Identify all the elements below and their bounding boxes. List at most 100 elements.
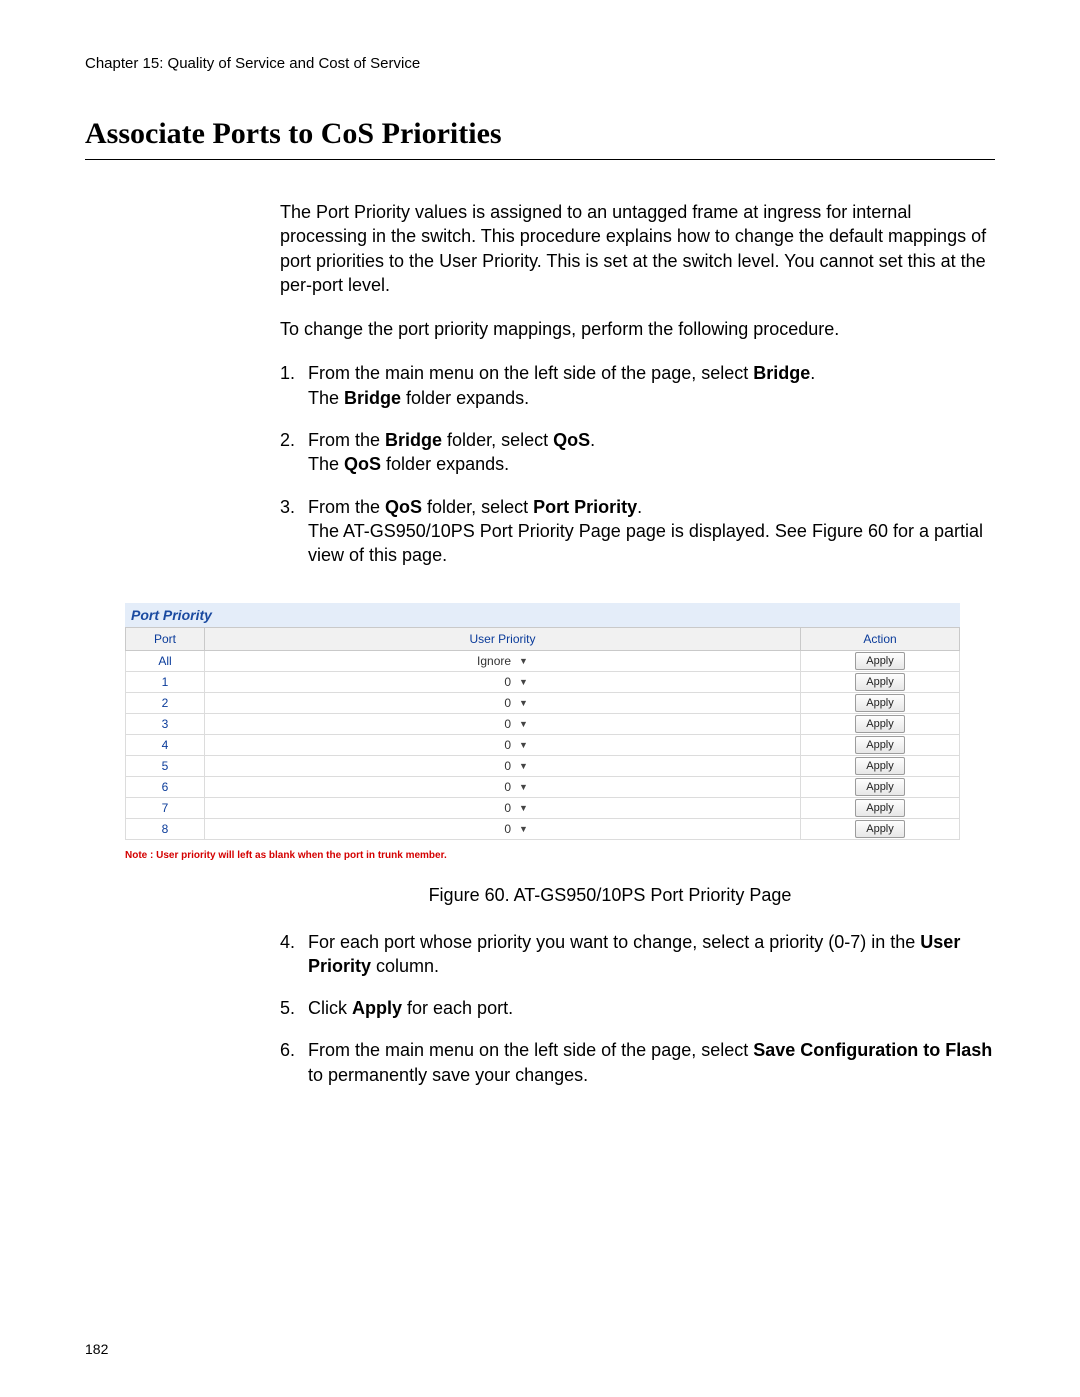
table-row: All Ignore ▼ Apply	[126, 650, 960, 671]
port-priority-title: Port Priority	[125, 603, 960, 627]
page-number: 182	[85, 1341, 108, 1357]
action-cell: Apply	[801, 755, 960, 776]
step-body: For each port whose priority you want to…	[308, 930, 995, 979]
action-cell: Apply	[801, 797, 960, 818]
action-cell: Apply	[801, 818, 960, 839]
step-line: From the main menu on the left side of t…	[308, 361, 995, 385]
chevron-down-icon[interactable]: ▼	[519, 656, 528, 666]
port-priority-figure: Port Priority Port User Priority Action …	[125, 603, 960, 840]
col-header-port: Port	[126, 627, 205, 650]
procedure-step: 1.From the main menu on the left side of…	[280, 361, 995, 410]
procedure-step: 6.From the main menu on the left side of…	[280, 1038, 995, 1087]
table-row: 8 0 ▼ Apply	[126, 818, 960, 839]
step-body: From the main menu on the left side of t…	[308, 361, 995, 410]
chevron-down-icon[interactable]: ▼	[519, 761, 528, 771]
apply-button[interactable]: Apply	[855, 820, 905, 838]
table-row: 20▼Apply	[126, 692, 960, 713]
chevron-down-icon[interactable]: ▼	[519, 719, 528, 729]
procedure-steps-top: 1.From the main menu on the left side of…	[280, 361, 995, 567]
apply-button[interactable]: Apply	[855, 778, 905, 796]
user-priority-cell: Ignore ▼	[205, 650, 801, 671]
chevron-down-icon[interactable]: ▼	[519, 698, 528, 708]
step-line: From the Bridge folder, select QoS.	[308, 428, 995, 452]
priority-value: 0	[477, 822, 511, 836]
step-number: 1.	[280, 361, 308, 410]
port-cell: 4	[126, 734, 205, 755]
table-row: 50▼Apply	[126, 755, 960, 776]
intro-paragraph: The Port Priority values is assigned to …	[280, 200, 995, 297]
step-body: From the QoS folder, select Port Priorit…	[308, 495, 995, 568]
chevron-down-icon[interactable]: ▼	[519, 824, 528, 834]
body-content-lower: 4.For each port whose priority you want …	[280, 930, 995, 1087]
chevron-down-icon[interactable]: ▼	[519, 782, 528, 792]
port-cell: 3	[126, 713, 205, 734]
bold-term: Save Configuration to Flash	[753, 1040, 992, 1060]
apply-button[interactable]: Apply	[855, 799, 905, 817]
col-header-user-priority: User Priority	[205, 627, 801, 650]
step-body: Click Apply for each port.	[308, 996, 995, 1020]
procedure-steps-bottom: 4.For each port whose priority you want …	[280, 930, 995, 1087]
apply-button[interactable]: Apply	[855, 694, 905, 712]
bold-term: QoS	[344, 454, 381, 474]
step-number: 6.	[280, 1038, 308, 1087]
user-priority-cell: 0▼	[205, 692, 801, 713]
action-cell: Apply	[801, 734, 960, 755]
apply-button[interactable]: Apply	[855, 673, 905, 691]
apply-button[interactable]: Apply	[855, 736, 905, 754]
user-priority-cell: 0▼	[205, 797, 801, 818]
table-row: 1 0 ▼ Apply	[126, 671, 960, 692]
priority-value: 0	[477, 717, 511, 731]
action-cell: Apply	[801, 713, 960, 734]
bold-term: QoS	[385, 497, 422, 517]
step-number: 4.	[280, 930, 308, 979]
procedure-step: 2.From the Bridge folder, select QoS.The…	[280, 428, 995, 477]
priority-value: Ignore	[477, 654, 511, 668]
user-priority-cell: 0▼	[205, 734, 801, 755]
priority-value: 0	[477, 780, 511, 794]
chevron-down-icon[interactable]: ▼	[519, 677, 528, 687]
apply-button[interactable]: Apply	[855, 652, 905, 670]
step-line: Click Apply for each port.	[308, 996, 995, 1020]
user-priority-cell: 0▼	[205, 776, 801, 797]
procedure-step: 4.For each port whose priority you want …	[280, 930, 995, 979]
priority-value: 0	[477, 801, 511, 815]
procedure-step: 5.Click Apply for each port.	[280, 996, 995, 1020]
step-line: The QoS folder expands.	[308, 452, 995, 476]
action-cell: Apply	[801, 671, 960, 692]
apply-button[interactable]: Apply	[855, 715, 905, 733]
bold-term: Bridge	[753, 363, 810, 383]
step-line: The AT-GS950/10PS Port Priority Page pag…	[308, 519, 995, 568]
table-row: 3 0 ▼ Apply	[126, 713, 960, 734]
action-cell: Apply	[801, 650, 960, 671]
section-title: Associate Ports to CoS Priorities	[85, 117, 995, 160]
port-priority-table: Port User Priority Action AllIgnore▼Appl…	[125, 627, 960, 840]
chapter-header: Chapter 15: Quality of Service and Cost …	[85, 55, 995, 72]
document-page: Chapter 15: Quality of Service and Cost …	[0, 0, 1080, 1397]
port-cell: 7	[126, 797, 205, 818]
procedure-intro: To change the port priority mappings, pe…	[280, 317, 995, 341]
body-content: The Port Priority values is assigned to …	[280, 200, 995, 568]
step-line: The Bridge folder expands.	[308, 386, 995, 410]
step-line: For each port whose priority you want to…	[308, 930, 995, 979]
priority-value: 0	[477, 675, 511, 689]
port-cell: All	[126, 650, 205, 671]
port-cell: 5	[126, 755, 205, 776]
step-body: From the Bridge folder, select QoS.The Q…	[308, 428, 995, 477]
figure-caption: Figure 60. AT-GS950/10PS Port Priority P…	[280, 885, 940, 906]
step-number: 3.	[280, 495, 308, 568]
step-line: From the QoS folder, select Port Priorit…	[308, 495, 995, 519]
step-number: 5.	[280, 996, 308, 1020]
procedure-step: 3.From the QoS folder, select Port Prior…	[280, 495, 995, 568]
step-body: From the main menu on the left side of t…	[308, 1038, 995, 1087]
apply-button[interactable]: Apply	[855, 757, 905, 775]
bold-term: User Priority	[308, 932, 960, 976]
chevron-down-icon[interactable]: ▼	[519, 803, 528, 813]
table-row: 60▼Apply	[126, 776, 960, 797]
port-cell: 8	[126, 818, 205, 839]
bold-term: Apply	[352, 998, 402, 1018]
table-row: 70▼Apply	[126, 797, 960, 818]
chevron-down-icon[interactable]: ▼	[519, 740, 528, 750]
port-cell: 1	[126, 671, 205, 692]
step-line: From the main menu on the left side of t…	[308, 1038, 995, 1087]
action-cell: Apply	[801, 692, 960, 713]
